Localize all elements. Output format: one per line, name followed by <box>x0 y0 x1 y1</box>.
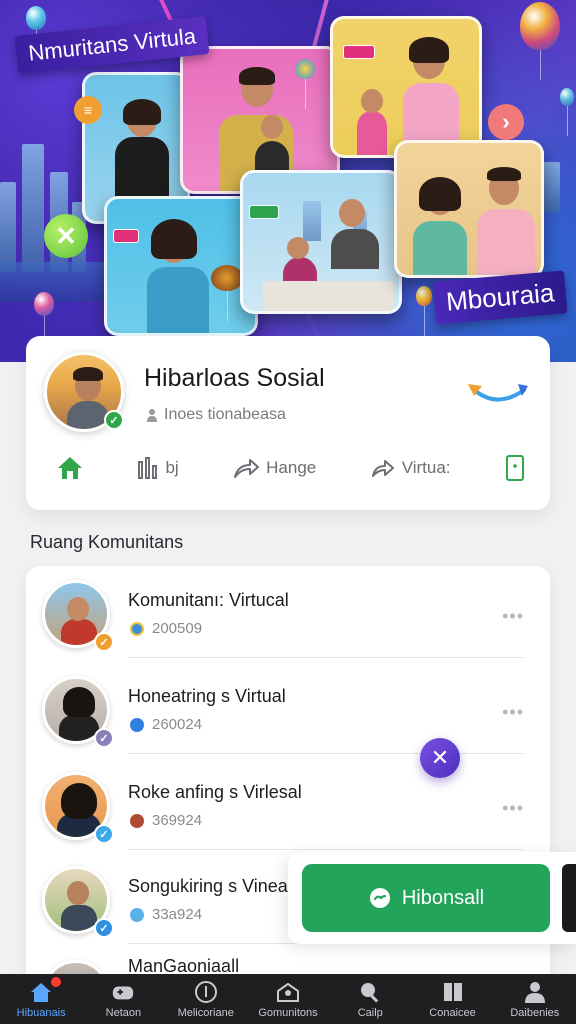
stats-action-label: bj <box>165 458 179 477</box>
nav-label: Gomunitons <box>258 1007 318 1019</box>
nav-item-netaon[interactable]: Netaon <box>82 974 164 1024</box>
profile-card: ✓ Hibarloas Sosial Inoes tionabeasa bj H… <box>26 336 550 510</box>
close-icon[interactable]: ✕ <box>44 214 88 258</box>
nav-item-daibenies[interactable]: Daibenies <box>494 974 576 1024</box>
virtua-action-label: Virtua: <box>401 458 451 477</box>
community-icon <box>276 980 300 1004</box>
virtua-action-button[interactable]: Virtua: <box>370 457 451 479</box>
member-icon <box>130 717 144 732</box>
user-icon <box>147 409 157 422</box>
divider <box>128 849 524 850</box>
member-count: 33a924 <box>152 906 203 923</box>
gamepad-icon <box>111 980 135 1004</box>
share-icon[interactable] <box>466 380 530 410</box>
nav-item-gomunitons[interactable]: Gomunitons <box>247 974 329 1024</box>
more-options-icon[interactable]: ••• <box>502 702 524 723</box>
home-action-button[interactable] <box>56 455 84 481</box>
phone-icon <box>505 455 524 481</box>
community-meta: 33a924 <box>130 906 202 923</box>
chevron-right-icon[interactable]: › <box>488 104 524 140</box>
community-title: Honeatring s Virtual <box>128 686 286 706</box>
book-icon <box>441 980 465 1004</box>
profile-actions: bj Hange Virtua: <box>56 454 526 482</box>
chat-icon <box>369 888 390 908</box>
profile-name: Hibarloas Sosial <box>144 364 325 392</box>
divider <box>128 657 524 658</box>
nav-label: Cailp <box>357 1007 383 1019</box>
community-meta: 260024 <box>130 716 202 733</box>
verified-badge-icon: ✓ <box>94 824 114 844</box>
community-title: Songukiring s Vineasi <box>128 876 301 896</box>
notification-badge <box>51 977 62 987</box>
community-meta: 200509 <box>130 620 202 637</box>
search-icon <box>358 980 382 1004</box>
verified-badge-icon: ✓ <box>94 918 114 938</box>
divider <box>128 753 524 754</box>
more-options-icon[interactable]: ••• <box>502 798 524 819</box>
community-photo[interactable] <box>330 16 482 158</box>
nav-item-melicoriane[interactable]: Melicoriane <box>165 974 247 1024</box>
list-item[interactable]: ✓ Komunitanı: Virtucal 200509 ••• <box>26 566 550 658</box>
list-item[interactable]: ✓ Roke anfing s Virlesal 369924 ••• <box>26 758 550 850</box>
nav-label: Conaicee <box>429 1007 476 1019</box>
close-floating-button[interactable]: ✕ <box>420 738 460 778</box>
bottom-navigation: Hibuanais Netaon Melicoriane Gomunitons … <box>0 974 576 1024</box>
nav-label: Melicoriane <box>177 1007 234 1019</box>
hange-action-label: Hange <box>266 458 317 477</box>
stats-action-button[interactable]: bj <box>137 456 179 480</box>
nav-label: Daibenies <box>510 1007 560 1019</box>
info-circle-icon <box>194 980 218 1004</box>
member-icon <box>130 813 144 828</box>
nav-label: Netaon <box>105 1007 142 1019</box>
profile-icon <box>523 980 547 1004</box>
member-count: 200509 <box>152 620 203 637</box>
home-icon <box>58 457 82 479</box>
panel-edge <box>562 864 576 932</box>
community-title: Roke anfing s Virlesal <box>128 782 302 802</box>
verified-badge-icon: ✓ <box>94 728 114 748</box>
profile-subtitle-text: Inoes tionabeasa <box>164 406 286 423</box>
verified-badge-icon: ✓ <box>94 632 114 652</box>
share-arrow-icon <box>234 459 260 478</box>
phone-action-button[interactable] <box>504 454 526 482</box>
menu-icon[interactable]: ≡ <box>74 96 102 124</box>
community-photo[interactable] <box>394 140 544 278</box>
forward-arrow-icon <box>371 460 394 477</box>
member-icon <box>130 621 144 636</box>
community-photo[interactable] <box>104 196 258 336</box>
nav-item-home[interactable]: Hibuanais <box>0 974 82 1024</box>
hero-banner-caption: Mbouraia <box>431 270 568 325</box>
nav-label: Hibuanais <box>16 1007 66 1019</box>
nav-item-conaicee[interactable]: Conaicee <box>411 974 493 1024</box>
balloon-icon <box>26 6 46 60</box>
home-icon <box>29 980 53 1004</box>
verified-badge-icon: ✓ <box>104 410 124 430</box>
member-count: 260024 <box>152 716 203 733</box>
profile-subtitle: Inoes tionabeasa <box>146 406 286 424</box>
balloon-icon <box>560 88 574 136</box>
hero-banner: Nmuritans Virtula Mbouraia ✕ ≡ › <box>0 0 576 362</box>
member-count: 369924 <box>152 812 203 829</box>
member-icon <box>130 907 144 922</box>
community-photo[interactable] <box>240 170 402 314</box>
bar-chart-icon <box>138 457 158 479</box>
list-item[interactable]: ✓ Honeatring s Virtual 260024 ••• <box>26 662 550 754</box>
community-meta: 369924 <box>130 812 202 829</box>
section-title: Ruang Komunitans <box>30 532 184 552</box>
more-options-icon[interactable]: ••• <box>502 606 524 627</box>
community-title: Komunitanı: Virtucal <box>128 590 289 610</box>
nav-item-cailp[interactable]: Cailp <box>329 974 411 1024</box>
hibonsall-button[interactable]: Hibonsall <box>302 864 550 932</box>
balloon-icon <box>520 2 560 80</box>
hibonsall-button-label: Hibonsall <box>401 886 485 909</box>
balloon-icon <box>34 292 54 346</box>
hange-action-button[interactable]: Hange <box>232 457 316 479</box>
cta-panel: Hibonsall <box>288 852 576 944</box>
balloon-icon <box>416 286 432 336</box>
